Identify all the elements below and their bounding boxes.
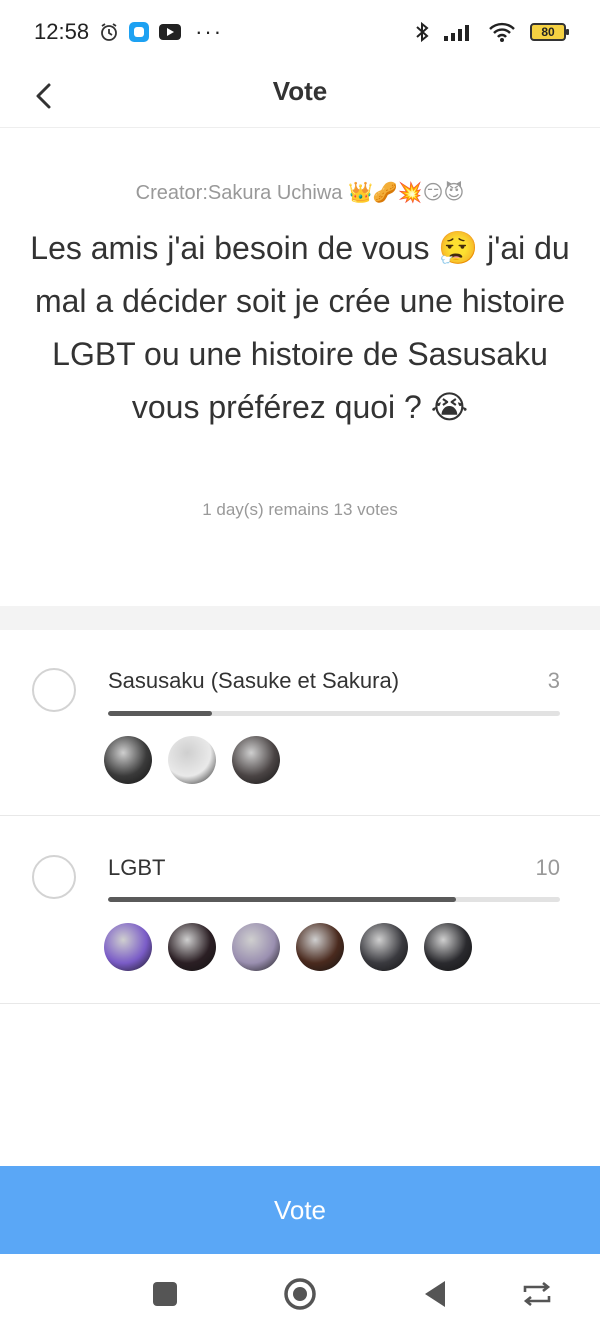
option-label: LGBT <box>108 855 166 880</box>
recents-button[interactable] <box>147 1276 183 1312</box>
battery-level: 80 <box>541 25 555 39</box>
poll-option[interactable]: LGBT 10 <box>0 816 600 1004</box>
status-right: 80 <box>414 21 569 43</box>
option-vote-count: 3 <box>547 668 560 693</box>
section-divider <box>0 606 600 630</box>
alarm-icon <box>99 22 119 42</box>
poll-meta: 1 day(s) remains 13 votes <box>202 500 398 519</box>
option-vote-count: 10 <box>535 855 560 880</box>
poll-question: Les amis j'ai besoin de vous 😮‍💨 j'ai du… <box>30 230 570 425</box>
option-progress-bar <box>108 897 560 902</box>
option-progress-fill <box>108 897 457 902</box>
voter-avatars <box>104 923 472 971</box>
bluetooth-icon <box>414 21 430 43</box>
voter-avatars <box>104 736 280 784</box>
voter-avatar[interactable] <box>168 923 216 971</box>
system-nav-bar <box>0 1254 600 1333</box>
status-left: 12:58 ··· <box>34 19 223 45</box>
page-title: Vote <box>272 76 328 106</box>
voter-avatar[interactable] <box>424 923 472 971</box>
youtube-icon <box>159 24 182 40</box>
voter-avatar[interactable] <box>296 923 344 971</box>
rotate-button[interactable] <box>519 1276 555 1312</box>
more-dots-icon: ··· <box>195 19 224 44</box>
vote-button[interactable]: Vote <box>0 1166 600 1254</box>
option-radio[interactable] <box>32 855 76 899</box>
home-circle-icon <box>284 1278 316 1310</box>
square-icon <box>153 1282 177 1306</box>
voter-avatar[interactable] <box>104 923 152 971</box>
back-triangle-icon <box>425 1281 445 1307</box>
status-bar: 12:58 ··· 80 <box>0 0 600 64</box>
system-back-button[interactable] <box>417 1276 453 1312</box>
wifi-icon <box>488 21 516 43</box>
voter-avatar[interactable] <box>232 736 280 784</box>
poll-creator: Creator:Sakura Uchiwa 👑🥜💥😏😈 <box>135 182 465 204</box>
voter-avatar[interactable] <box>104 736 152 784</box>
voter-avatar[interactable] <box>168 736 216 784</box>
option-radio[interactable] <box>32 668 76 712</box>
option-label: Sasusaku (Sasuke et Sakura) <box>108 668 400 693</box>
header: Vote <box>0 64 600 128</box>
battery-icon: 80 <box>530 23 569 41</box>
poll-option[interactable]: Sasusaku (Sasuke et Sakura) 3 <box>0 630 600 816</box>
option-progress-fill <box>108 711 212 716</box>
status-time: 12:58 <box>34 19 90 44</box>
voter-avatar[interactable] <box>232 923 280 971</box>
app-notification-icon <box>129 22 150 42</box>
option-progress-bar <box>108 711 560 716</box>
signal-icon <box>444 23 474 41</box>
home-button[interactable] <box>282 1276 318 1312</box>
rotate-icon <box>523 1282 551 1306</box>
voter-avatar[interactable] <box>360 923 408 971</box>
